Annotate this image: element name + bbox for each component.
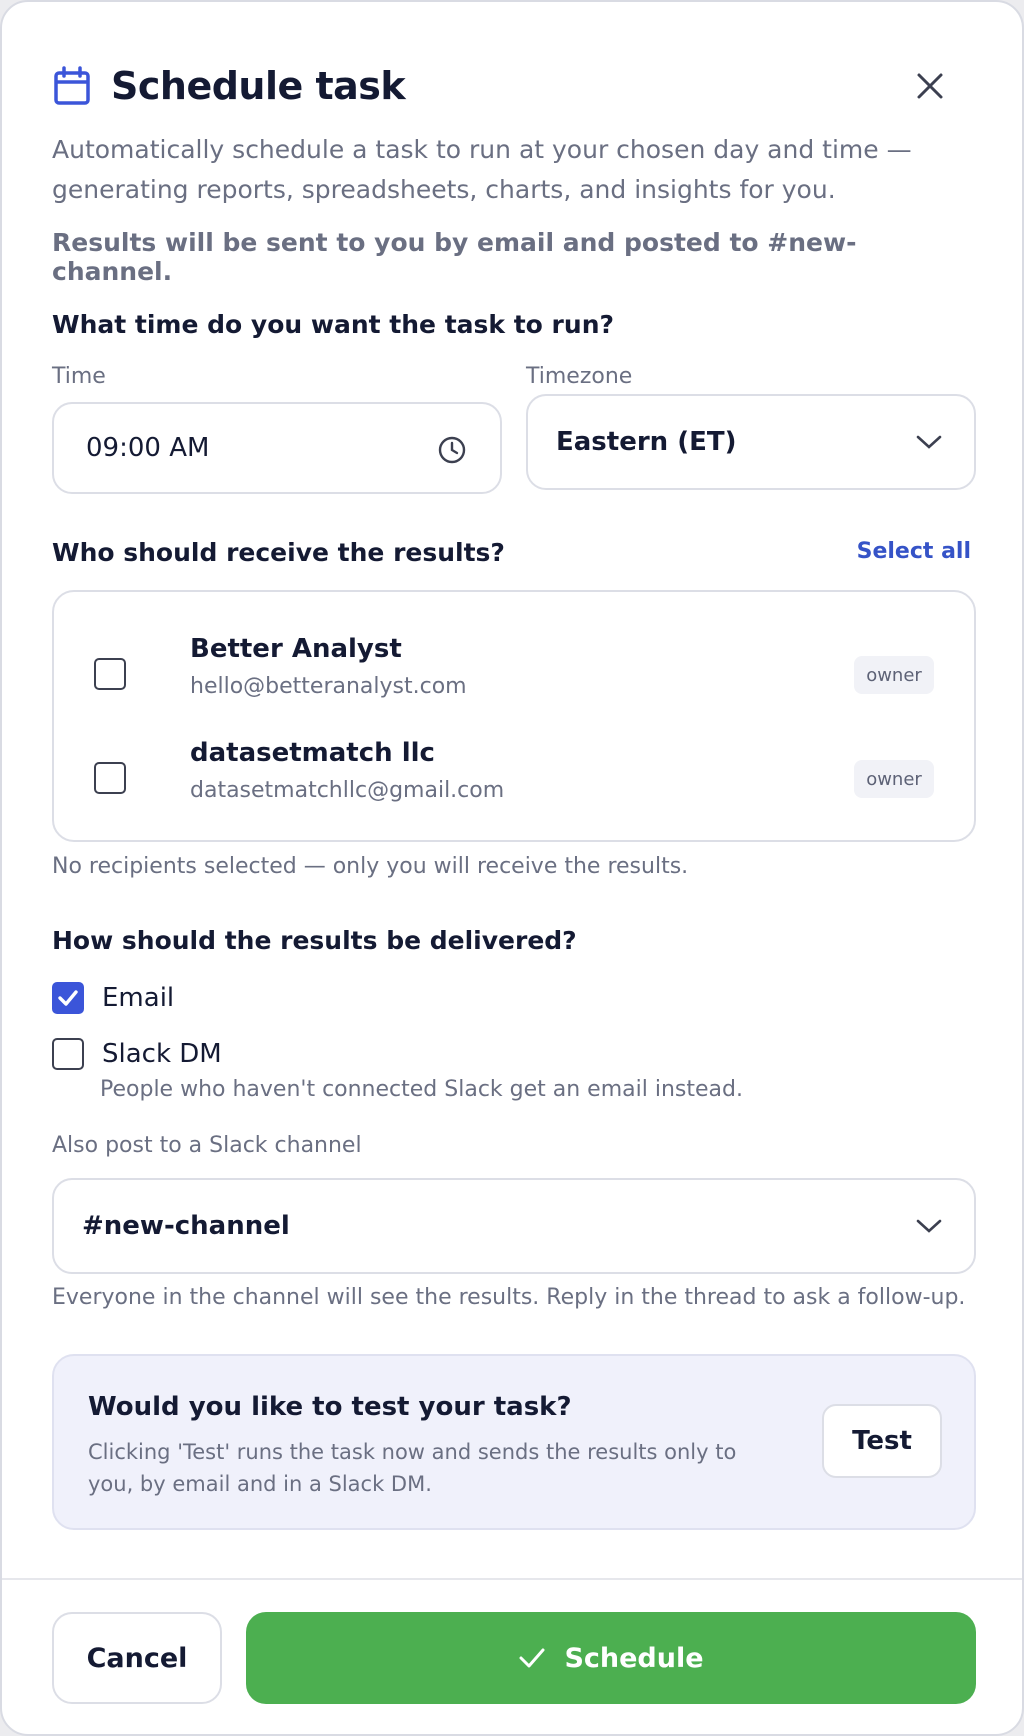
role-badge: owner — [854, 760, 934, 798]
select-all-link[interactable]: Select all — [857, 539, 971, 564]
recipients-hint: No recipients selected — only you will r… — [52, 854, 689, 879]
test-title: Would you like to test your task? — [88, 1392, 572, 1422]
delivery-heading: How should the results be delivered? — [52, 926, 577, 955]
chevron-down-icon — [916, 1219, 942, 1233]
checkmark-icon — [58, 990, 78, 1006]
role-badge: owner — [854, 656, 934, 694]
timezone-label: Timezone — [526, 364, 633, 389]
time-label: Time — [52, 364, 106, 389]
chevron-down-icon — [916, 435, 942, 449]
recipient-item[interactable]: datasetmatch llc datasetmatchllc@gmail.c… — [94, 738, 934, 818]
recipient-email: hello@betteranalyst.com — [190, 674, 467, 699]
schedule-button[interactable]: Schedule — [246, 1612, 976, 1704]
recipients-list: Better Analyst hello@betteranalyst.com o… — [52, 590, 976, 842]
clock-icon — [438, 436, 466, 464]
slack-dm-label: Slack DM — [102, 1039, 222, 1069]
test-description: Clicking 'Test' runs the task now and se… — [88, 1440, 737, 1496]
slack-channel-hint: Everyone in the channel will see the res… — [52, 1285, 966, 1310]
close-button[interactable] — [908, 64, 952, 108]
test-task-panel: Would you like to test your task? Clicki… — [52, 1354, 976, 1530]
slack-dm-checkbox[interactable] — [52, 1038, 84, 1070]
recipient-checkbox[interactable] — [94, 658, 126, 690]
time-value: 09:00 AM — [86, 433, 210, 463]
email-option[interactable]: Email — [52, 980, 174, 1016]
dialog-title: Schedule task — [111, 64, 406, 108]
timezone-select[interactable]: Eastern (ET) — [526, 394, 976, 490]
recipient-checkbox[interactable] — [94, 762, 126, 794]
close-icon — [917, 73, 943, 99]
test-button[interactable]: Test — [822, 1404, 942, 1478]
check-icon — [519, 1648, 545, 1668]
dialog-description: Automatically schedule a task to run at … — [52, 135, 912, 204]
results-note: Results will be sent to you by email and… — [52, 228, 857, 286]
recipients-heading: Who should receive the results? — [52, 538, 505, 567]
recipient-item[interactable]: Better Analyst hello@betteranalyst.com o… — [94, 634, 934, 714]
schedule-label: Schedule — [564, 1642, 704, 1674]
recipient-email: datasetmatchllc@gmail.com — [190, 778, 505, 803]
calendar-icon — [54, 66, 90, 105]
schedule-task-dialog: Schedule task Automatically schedule a t… — [0, 0, 1024, 1736]
email-checkbox[interactable] — [52, 982, 84, 1014]
slack-channel-label: Also post to a Slack channel — [52, 1133, 362, 1158]
email-label: Email — [102, 983, 175, 1013]
dialog-header: Schedule task — [53, 60, 982, 112]
slack-dm-option[interactable]: Slack DM — [52, 1036, 222, 1072]
footer-divider — [2, 1578, 1022, 1580]
cancel-button[interactable]: Cancel — [52, 1612, 222, 1704]
time-heading: What time do you want the task to run? — [52, 310, 614, 339]
time-input[interactable]: 09:00 AM — [52, 402, 502, 494]
recipient-name: Better Analyst — [190, 634, 402, 664]
recipient-name: datasetmatch llc — [190, 738, 435, 768]
slack-channel-value: #new-channel — [82, 1211, 290, 1241]
slack-channel-select[interactable]: #new-channel — [52, 1178, 976, 1274]
timezone-value: Eastern (ET) — [556, 427, 737, 457]
slack-dm-hint: People who haven't connected Slack get a… — [100, 1077, 743, 1102]
